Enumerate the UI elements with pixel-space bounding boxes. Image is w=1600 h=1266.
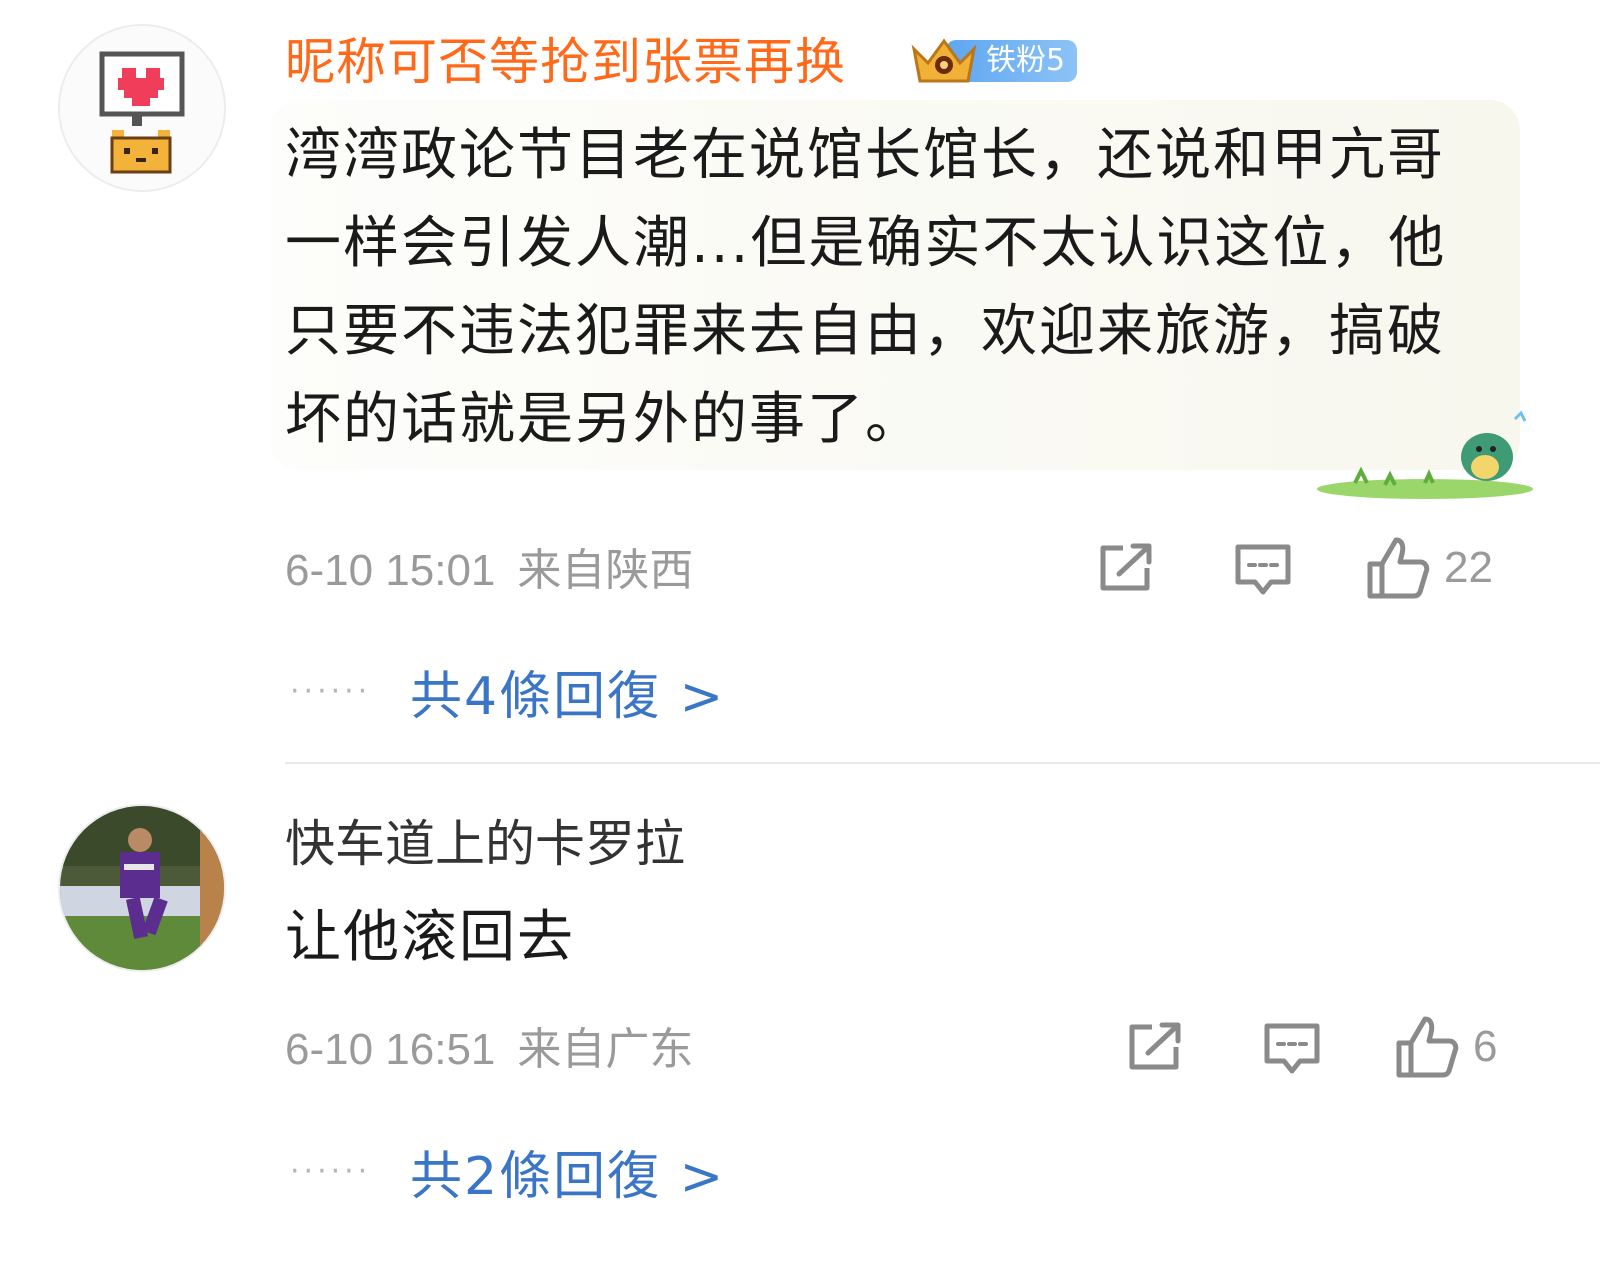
comment-button[interactable] (1233, 542, 1293, 598)
fan-badge[interactable]: 铁粉5 (908, 38, 1078, 84)
timestamp: 6-10 15:01 (285, 546, 496, 595)
comment-icon (1264, 1023, 1320, 1074)
comment-meta: 6-10 15:01 来自陕西 (285, 545, 693, 597)
location: 来自广东 (517, 1025, 694, 1074)
comment-text: 湾湾政论节目老在说馆长馆长，还说和甲亢哥一样会引发人潮...但是确实不太认识这位… (285, 123, 1447, 452)
like-button[interactable]: 22 (1366, 536, 1493, 600)
football-player-avatar-icon (60, 806, 224, 970)
view-replies-link[interactable]: 共4條回復 > (410, 654, 725, 729)
like-icon (1396, 1016, 1459, 1078)
view-replies-link[interactable]: 共2條回復 > (410, 1134, 725, 1209)
replies-row: ······ 共2條回復 > (290, 1134, 725, 1209)
comment-meta: 6-10 16:51 来自广东 (285, 1024, 693, 1076)
avatar[interactable] (58, 804, 226, 972)
avatar[interactable] (58, 24, 226, 192)
like-count: 22 (1444, 543, 1493, 592)
share-button[interactable] (1097, 542, 1157, 594)
like-icon (1367, 537, 1430, 599)
comment-button[interactable] (1262, 1021, 1322, 1077)
dinosaur-sticker-icon (1317, 410, 1533, 499)
share-icon (1100, 543, 1152, 591)
share-button[interactable] (1126, 1021, 1186, 1073)
comment-divider (285, 762, 1600, 764)
comment-icon (1235, 544, 1291, 595)
timestamp: 6-10 16:51 (285, 1025, 496, 1074)
location: 来自陕西 (517, 546, 694, 595)
share-icon (1129, 1022, 1181, 1070)
replies-row: ······ 共4條回復 > (290, 654, 725, 729)
like-count: 6 (1473, 1022, 1498, 1071)
reply-dots: ······ (290, 674, 372, 709)
comment-item: 昵称可否等抢到张票再换 铁粉5 湾湾政论节目老在说馆长馆长，还说和甲亢哥一样会引… (0, 0, 1600, 760)
reply-dots: ······ (290, 1154, 372, 1189)
like-button[interactable]: 6 (1395, 1015, 1497, 1079)
crown-icon (911, 38, 977, 83)
pixel-heart-cat-avatar-icon (60, 26, 224, 190)
username[interactable]: 快车道上的卡罗拉 (285, 814, 685, 874)
comment-text: 让他滚回去 (285, 905, 575, 970)
username[interactable]: 昵称可否等抢到张票再换 (285, 32, 846, 92)
